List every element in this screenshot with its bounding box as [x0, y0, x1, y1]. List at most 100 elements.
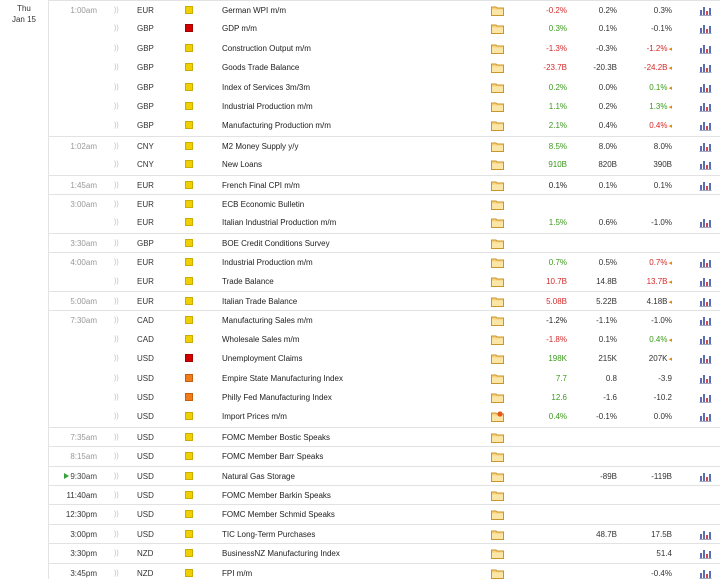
document-icon[interactable] [491, 529, 504, 540]
event-row[interactable]: 5:00am)) EUR Italian Trade Balance 5.08B 5.2… [49, 291, 720, 311]
speaker-icon[interactable]: )) [114, 330, 122, 349]
bar-chart-icon[interactable] [699, 257, 712, 268]
speaker-icon[interactable]: )) [114, 39, 122, 58]
impact-low-icon[interactable] [185, 452, 193, 461]
event-title[interactable]: French Final CPI m/m [222, 176, 482, 195]
event-title[interactable]: Import Prices m/m [222, 407, 482, 426]
speaker-icon[interactable]: )) [114, 505, 122, 524]
document-icon[interactable] [491, 373, 504, 384]
document-icon[interactable] [491, 82, 504, 93]
impact-med-icon[interactable] [185, 373, 193, 382]
impact-low-icon[interactable] [185, 510, 193, 519]
event-row[interactable]: 3:30am)) GBP BOE Credit Conditions Survey [49, 232, 720, 253]
impact-low-icon[interactable] [185, 82, 193, 91]
document-icon[interactable] [491, 238, 504, 249]
event-row[interactable]: 8:15am)) USD FOMC Member Barr Speaks [49, 446, 720, 466]
speaker-icon[interactable]: )) [114, 97, 122, 116]
bar-chart-icon[interactable] [699, 43, 712, 54]
speaker-icon[interactable]: )) [114, 544, 122, 563]
speaker-icon[interactable]: )) [114, 195, 122, 214]
impact-low-icon[interactable] [185, 491, 193, 499]
document-icon[interactable] [491, 296, 504, 307]
impact-low-icon[interactable] [185, 238, 193, 247]
impact-low-icon[interactable] [185, 160, 193, 169]
speaker-icon[interactable]: )) [114, 292, 122, 311]
event-row[interactable]: )) USD Philly Fed Manufacturing Index 12.6 -… [49, 388, 720, 408]
speaker-icon[interactable]: )) [114, 564, 122, 583]
event-row[interactable]: )) USD Import Prices m/m 0.4% -0.1% 0.0% [49, 407, 720, 427]
event-row[interactable]: 1:00am)) EUR German WPI m/m -0.2% 0.2% 0.3% [49, 0, 720, 20]
document-icon[interactable] [491, 217, 504, 229]
event-title[interactable]: Italian Industrial Production m/m [222, 213, 482, 232]
document-icon[interactable] [491, 411, 504, 423]
speaker-icon[interactable]: )) [114, 272, 122, 291]
event-row[interactable]: 12:30pm)) USD FOMC Member Schmid Speaks [49, 504, 720, 524]
bar-chart-icon[interactable] [699, 217, 712, 229]
revised-flag-icon[interactable]: ◂ [668, 337, 672, 344]
event-row[interactable]: )) GBP GDP m/m 0.3% 0.1% -0.1% [49, 19, 720, 39]
speaker-icon[interactable]: )) [114, 58, 122, 77]
event-title[interactable]: Italian Trade Balance [222, 292, 482, 311]
event-title[interactable]: TIC Long-Term Purchases [222, 525, 482, 544]
event-title[interactable]: German WPI m/m [222, 1, 482, 20]
event-title[interactable]: M2 Money Supply y/y [222, 137, 482, 156]
bar-chart-icon[interactable] [699, 296, 712, 307]
event-title[interactable]: FOMC Member Bostic Speaks [222, 428, 482, 447]
event-row[interactable]: 3:30pm)) NZD BusinessNZ Manufacturing Inde… [49, 543, 720, 563]
bar-chart-icon[interactable] [699, 392, 712, 403]
document-icon[interactable] [491, 392, 504, 403]
revised-flag-icon[interactable]: ◂ [668, 299, 672, 306]
event-title[interactable]: Industrial Production m/m [222, 97, 482, 116]
speaker-icon[interactable]: )) [114, 349, 122, 368]
speaker-icon[interactable]: )) [114, 486, 122, 505]
impact-low-icon[interactable] [185, 568, 193, 577]
speaker-icon[interactable]: )) [114, 116, 122, 135]
document-icon[interactable] [491, 62, 504, 74]
speaker-icon[interactable]: )) [114, 407, 122, 426]
speaker-icon[interactable]: )) [114, 428, 122, 447]
impact-low-icon[interactable] [185, 316, 193, 325]
impact-med-icon[interactable] [185, 393, 193, 401]
event-row[interactable]: )) USD Empire State Manufacturing Index 7.7… [49, 368, 720, 388]
event-row[interactable]: 1:02am)) CNY M2 Money Supply y/y 8.5% 8.0% 8.… [49, 135, 720, 156]
event-row[interactable]: )) USD Unemployment Claims 198K 215K 207K◂ [49, 349, 720, 369]
document-icon[interactable] [491, 23, 504, 35]
event-title[interactable]: BusinessNZ Manufacturing Index [222, 544, 482, 563]
event-title[interactable]: Construction Output m/m [222, 39, 482, 58]
bar-chart-icon[interactable] [699, 5, 712, 16]
event-row[interactable]: )) EUR Italian Industrial Production m/m 1.… [49, 213, 720, 233]
event-title[interactable]: GDP m/m [222, 19, 482, 38]
impact-high-icon[interactable] [185, 24, 193, 33]
speaker-icon[interactable]: )) [114, 176, 122, 195]
document-icon[interactable] [491, 490, 504, 501]
impact-low-icon[interactable] [185, 432, 193, 441]
event-title[interactable]: New Loans [222, 155, 482, 174]
speaker-icon[interactable]: )) [114, 213, 122, 232]
event-row[interactable]: 3:45pm)) NZD FPI m/m -0.4% [49, 562, 720, 583]
event-title[interactable]: BOE Credit Conditions Survey [222, 234, 482, 253]
document-icon[interactable] [491, 568, 504, 579]
event-title[interactable]: FPI m/m [222, 564, 482, 583]
document-icon[interactable] [491, 101, 504, 112]
event-title[interactable]: Manufacturing Production m/m [222, 116, 482, 135]
document-icon[interactable] [491, 141, 504, 152]
bar-chart-icon[interactable] [699, 353, 712, 364]
revised-flag-icon[interactable]: ◂ [668, 356, 672, 363]
event-title[interactable]: Trade Balance [222, 272, 482, 291]
document-icon[interactable] [491, 276, 504, 287]
event-title[interactable]: Natural Gas Storage [222, 467, 482, 486]
revised-flag-icon[interactable]: ◂ [668, 104, 672, 111]
event-row[interactable]: 3:00am)) EUR ECB Economic Bulletin [49, 194, 720, 214]
event-title[interactable]: FOMC Member Barr Speaks [222, 447, 482, 466]
speaker-icon[interactable]: )) [114, 1, 122, 20]
bar-chart-icon[interactable] [699, 120, 712, 132]
impact-low-icon[interactable] [185, 43, 193, 52]
document-icon[interactable] [491, 353, 504, 365]
event-row[interactable]: )) GBP Construction Output m/m -1.3% -0.3% -1… [49, 38, 720, 59]
impact-low-icon[interactable] [185, 471, 193, 480]
bar-chart-icon[interactable] [699, 23, 712, 35]
speaker-icon[interactable]: )) [114, 137, 122, 156]
event-title[interactable]: Goods Trade Balance [222, 58, 482, 77]
impact-low-icon[interactable] [185, 180, 193, 189]
impact-low-icon[interactable] [185, 276, 193, 285]
